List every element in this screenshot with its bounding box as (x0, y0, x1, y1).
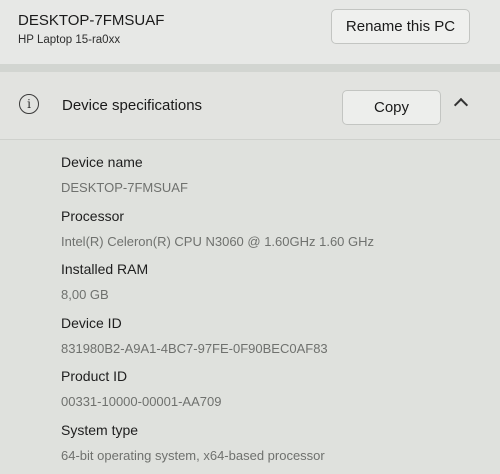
spec-value: 00331-10000-00001-AA709 (61, 394, 222, 409)
spec-label: Product ID (61, 368, 128, 384)
spec-value: 831980B2-A9A1-4BC7-97FE-0F90BEC0AF83 (61, 340, 328, 356)
device-specifications-header[interactable]: i Device specifications Copy (0, 72, 500, 140)
pc-name-card: DESKTOP-7FMSUAF HP Laptop 15-ra0xx Renam… (0, 0, 500, 64)
pc-name: DESKTOP-7FMSUAF (18, 12, 165, 29)
section-divider (0, 64, 500, 72)
spec-item-processor: Processor Intel(R) Celeron(R) CPU N3060 … (61, 200, 491, 254)
spec-value: 64-bit operating system, x64-based proce… (61, 447, 325, 463)
spec-item-system-type: System type 64-bit operating system, x64… (61, 414, 491, 468)
info-icon: i (19, 94, 39, 114)
spec-item-device-id: Device ID 831980B2-A9A1-4BC7-97FE-0F90BE… (61, 307, 491, 361)
spec-label: Device name (61, 154, 143, 170)
spec-item-installed-ram: Installed RAM 8,00 GB (61, 253, 491, 307)
rename-pc-button[interactable]: Rename this PC (331, 9, 470, 44)
spec-item-device-name: Device name DESKTOP-7FMSUAF (61, 146, 491, 200)
spec-label: Processor (61, 207, 125, 224)
spec-list: Device name DESKTOP-7FMSUAF Processor In… (61, 146, 491, 467)
pc-model: HP Laptop 15-ra0xx (18, 34, 121, 46)
spec-value: 8,00 GB (61, 287, 109, 302)
device-specifications-title: Device specifications (62, 97, 203, 114)
copy-button[interactable]: Copy (342, 90, 441, 125)
chevron-up-icon[interactable] (453, 97, 469, 113)
spec-value: DESKTOP-7FMSUAF (61, 180, 188, 195)
spec-label: Device ID (61, 314, 122, 331)
spec-label: System type (61, 421, 139, 438)
spec-label: Installed RAM (61, 261, 149, 277)
spec-item-product-id: Product ID 00331-10000-00001-AA709 (61, 360, 491, 414)
device-specifications-card: i Device specifications Copy Device name… (0, 72, 500, 474)
spec-value: Intel(R) Celeron(R) CPU N3060 @ 1.60GHz … (61, 233, 375, 249)
